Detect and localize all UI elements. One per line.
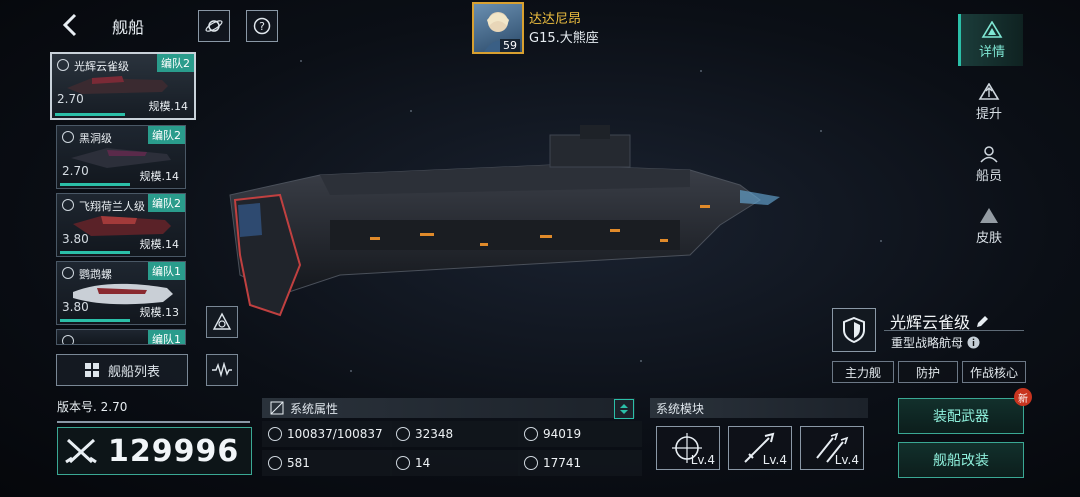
- ship-scale: 规模.14: [139, 238, 180, 251]
- ship-card-1[interactable]: 光辉云雀级 编队2 2.70 规模.14: [50, 52, 196, 120]
- modules-header: 系统模块: [650, 398, 868, 418]
- skin-icon: [980, 207, 998, 223]
- ship-bar: [60, 251, 130, 254]
- module-level: Lv.4: [690, 453, 715, 467]
- attributes-expand-button[interactable]: [614, 399, 634, 419]
- planet-icon: [205, 20, 223, 32]
- ship-bar: [60, 319, 130, 322]
- checker-icon: [396, 456, 410, 470]
- attr-shield: 94019: [518, 421, 642, 447]
- ship-version: 2.70: [62, 164, 89, 178]
- ship-detail-icon: [981, 20, 1003, 38]
- ship-tag-1: 主力舰: [832, 361, 894, 383]
- stats-wave-button[interactable]: [206, 354, 238, 386]
- tab-label: 皮肤: [975, 230, 1002, 246]
- ship-modify-button[interactable]: 舰船改装: [898, 442, 1024, 478]
- combat-power: 129996: [57, 427, 252, 475]
- ship-card-4[interactable]: 鹦鹉螺 编队1 3.80 规模.13: [56, 261, 186, 325]
- ship-class-icon: [62, 335, 74, 344]
- ship-tag-3: 作战核心: [962, 361, 1026, 383]
- ship-type-text: 重型战略航母: [891, 336, 964, 350]
- ship-bar: [55, 113, 125, 116]
- attr-warp: 14: [390, 450, 520, 476]
- ship-list-label: 舰船列表: [107, 364, 160, 380]
- divider: [57, 421, 250, 423]
- ship-card-5[interactable]: 编队1: [56, 329, 186, 345]
- attr-value: 32348: [415, 427, 454, 441]
- ship-card-2[interactable]: 黑洞级 编队2 2.70 规模.14: [56, 125, 186, 189]
- attr-value: 17741: [543, 456, 582, 470]
- attributes-title: 系统属性: [290, 401, 339, 416]
- back-button[interactable]: [56, 10, 84, 40]
- edit-icon[interactable]: [975, 315, 989, 329]
- tab-details[interactable]: 详情: [958, 14, 1023, 66]
- waveform-icon: [212, 362, 232, 378]
- upgrade-icon: [978, 82, 1000, 100]
- fleet-badge: 编队1: [148, 330, 185, 344]
- ship-version: 3.80: [62, 300, 89, 314]
- armor-icon: [396, 427, 410, 441]
- crossed-swords-icon: [65, 438, 97, 464]
- shield-icon: [843, 317, 865, 343]
- attr-speed: 581: [262, 450, 392, 476]
- speed-icon: [268, 456, 282, 470]
- tab-label: 船员: [975, 168, 1002, 184]
- ship-model: [229, 125, 780, 317]
- attr-durability: 100837/100837: [262, 421, 392, 447]
- help-button[interactable]: ?: [246, 10, 278, 42]
- ship-list-button[interactable]: 舰船列表: [56, 354, 188, 386]
- ship-type: 重型战略航母: [891, 334, 980, 351]
- chevron-left-icon: [62, 13, 77, 37]
- attr-value: 94019: [543, 427, 582, 441]
- ship-shield-badge: [832, 308, 876, 352]
- module-level: Lv.4: [762, 453, 787, 467]
- tab-crew[interactable]: 船员: [958, 138, 1020, 190]
- ship-scale: 规模.14: [148, 100, 189, 113]
- hull-icon: [268, 427, 282, 441]
- sort-arrows-icon: [620, 404, 628, 414]
- svg-text:?: ?: [259, 20, 265, 33]
- attr-energy: 17741: [518, 450, 642, 476]
- combat-power-value: 129996: [108, 433, 240, 469]
- ship-tag-2: 防护: [898, 361, 958, 383]
- commander-level: 59: [500, 39, 520, 52]
- version-label: 版本号. 2.70: [57, 400, 128, 414]
- grid-icon: [84, 363, 99, 377]
- ship-bar: [60, 183, 130, 186]
- attr-value: 581: [287, 456, 310, 470]
- ship-scale: 规模.14: [139, 170, 180, 183]
- commander-location: G15.大熊座: [529, 31, 599, 46]
- equip-weapons-button[interactable]: 装配武器: [898, 398, 1024, 434]
- ship-version: 2.70: [57, 92, 84, 106]
- module-slot-2[interactable]: Lv.4: [728, 426, 792, 470]
- attributes-grid: 100837/100837 32348 94019 581 14 17741: [262, 421, 642, 477]
- shield-stat-icon: [524, 427, 538, 441]
- tab-label: 提升: [975, 106, 1002, 122]
- system-icon: [270, 401, 284, 415]
- attr-value: 14: [415, 456, 431, 470]
- commander-avatar[interactable]: 59: [472, 2, 524, 54]
- question-icon: ?: [253, 17, 271, 35]
- attr-armor: 32348: [390, 421, 520, 447]
- module-slot-3[interactable]: Lv.4: [800, 426, 864, 470]
- crew-icon: [980, 145, 998, 163]
- commander-name: 达达尼昂: [529, 12, 582, 27]
- ship-card-3[interactable]: 飞翔荷兰人级 编队2 3.80 规模.14: [56, 193, 186, 257]
- energy-icon: [524, 456, 538, 470]
- attr-value: 100837/100837: [287, 427, 383, 441]
- tab-upgrade[interactable]: 提升: [958, 76, 1020, 128]
- attributes-header: 系统属性: [262, 398, 635, 418]
- tab-skin[interactable]: 皮肤: [958, 200, 1020, 252]
- new-badge: 新: [1014, 388, 1032, 406]
- divider: [884, 330, 1024, 331]
- tab-label: 详情: [978, 44, 1005, 60]
- ship-scale: 规模.13: [139, 306, 180, 319]
- ship-version: 3.80: [62, 232, 89, 246]
- module-level: Lv.4: [834, 453, 859, 467]
- info-icon[interactable]: [967, 336, 980, 349]
- page-title: 舰船: [112, 18, 145, 37]
- module-slot-1[interactable]: Lv.4: [656, 426, 720, 470]
- galaxy-button[interactable]: [198, 10, 230, 42]
